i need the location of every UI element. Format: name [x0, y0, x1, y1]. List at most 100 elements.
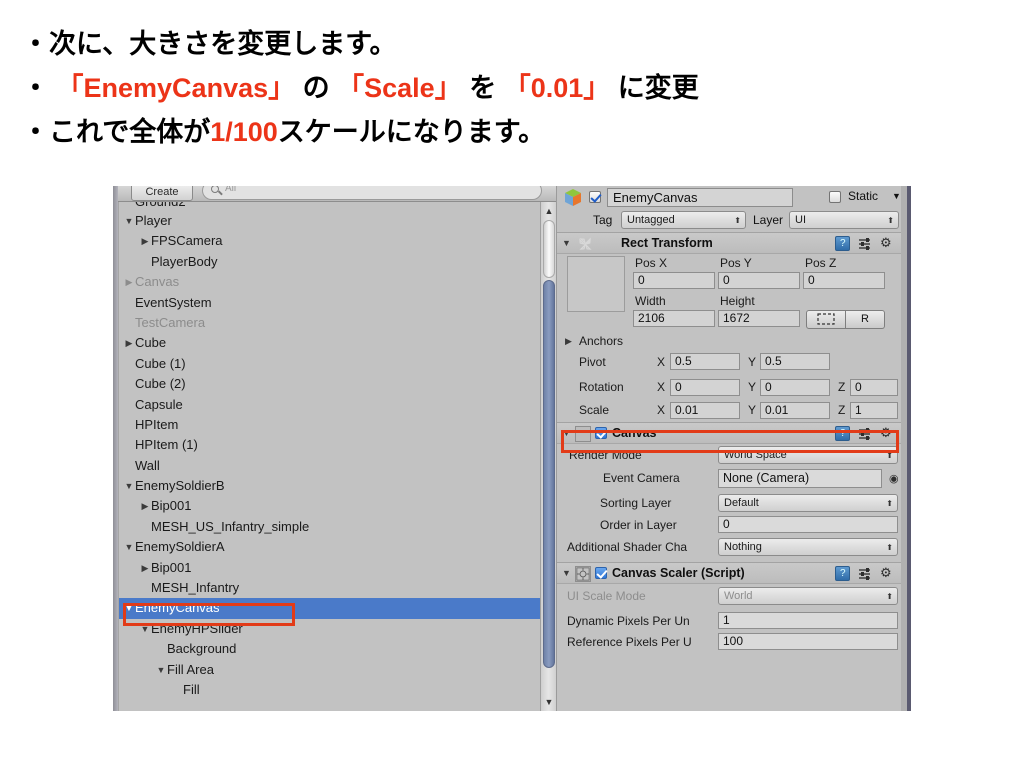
tree-expand-down-icon[interactable] [123, 537, 135, 557]
tree-expand-down-icon[interactable] [139, 619, 151, 639]
pos-z-field[interactable]: 0 [803, 272, 885, 289]
hierarchy-item-cube[interactable]: Cube [119, 333, 556, 353]
help-book-icon[interactable]: ? [835, 566, 851, 581]
rotation-y-field[interactable]: 0 [760, 379, 830, 396]
slide-bullet-line-1: ・次に、大きさを変更します。 [22, 22, 1002, 66]
collapse-triangle-icon[interactable]: ▼ [562, 428, 571, 438]
hierarchy-item-enemysoldiera[interactable]: EnemySoldierA [119, 537, 556, 557]
gear-icon[interactable]: ⚙ [880, 566, 895, 581]
render-mode-dropdown[interactable]: World Space [718, 446, 898, 464]
chevron-updown-icon [886, 495, 893, 512]
hierarchy-item-hpitem-1[interactable]: HPItem (1) [119, 435, 556, 455]
help-book-icon[interactable]: ? [835, 426, 851, 441]
tree-expand-down-icon[interactable] [123, 598, 135, 618]
tree-expand-down-icon[interactable] [123, 211, 135, 231]
hierarchy-tree[interactable]: Ground2 Player FPSCamera PlayerBody Canvas Ev… [118, 202, 556, 711]
rect-transform-header[interactable]: ▼ Rect Transform ? ⚙ [557, 232, 901, 254]
anchors-row[interactable]: ▶ Anchors [557, 332, 901, 352]
tree-expand-right-icon[interactable] [139, 231, 151, 251]
scroll-down-arrow-icon[interactable]: ▼ [544, 697, 554, 707]
anchors-expand-triangle-icon[interactable]: ▶ [565, 336, 572, 347]
blueprint-dashed-icon [817, 313, 835, 325]
hierarchy-item-testcamera[interactable]: TestCamera [119, 313, 556, 333]
gameobject-enabled-checkbox[interactable] [589, 191, 601, 203]
tree-expand-right-icon[interactable] [123, 333, 135, 353]
collapse-triangle-icon[interactable]: ▼ [562, 238, 571, 248]
preset-sliders-icon[interactable] [858, 426, 873, 441]
hierarchy-item-hpitem[interactable]: HPItem [119, 415, 556, 435]
gear-icon[interactable]: ⚙ [880, 426, 895, 441]
hierarchy-item-player[interactable]: Player [119, 211, 556, 231]
pos-x-label: Pos X [635, 256, 668, 270]
scale-z-field[interactable]: 1 [850, 402, 898, 419]
hierarchy-item-fill[interactable]: Fill [119, 680, 556, 700]
pos-y-field[interactable]: 0 [718, 272, 800, 289]
scroll-up-arrow-icon[interactable]: ▲ [544, 206, 554, 216]
hierarchy-item-mesh-us-infantry-simple[interactable]: MESH_US_Infantry_simple [119, 517, 556, 537]
hierarchy-item-mesh-infantry[interactable]: MESH_Infantry [119, 578, 556, 598]
hierarchy-search-input[interactable]: All [202, 186, 542, 200]
static-dropdown-chevron-icon[interactable]: ▼ [892, 191, 901, 201]
scrollbar-track[interactable] [543, 220, 555, 278]
hierarchy-scrollbar[interactable]: ▲ ▼ [540, 202, 556, 711]
sorting-layer-dropdown[interactable]: Default [718, 494, 898, 512]
layer-dropdown[interactable]: UI [789, 211, 899, 229]
gameobject-name-field[interactable]: EnemyCanvas [607, 188, 793, 207]
scrollbar-thumb[interactable] [543, 280, 555, 668]
scale-y-field[interactable]: 0.01 [760, 402, 830, 419]
hierarchy-item-background[interactable]: Background [119, 639, 556, 659]
hierarchy-item-fill-area[interactable]: Fill Area [119, 660, 556, 680]
hierarchy-item-cube-2[interactable]: Cube (2) [119, 374, 556, 394]
pivot-label: Pivot [579, 355, 606, 369]
static-checkbox[interactable] [829, 191, 841, 203]
tree-expand-right-icon[interactable] [139, 558, 151, 578]
collapse-triangle-icon[interactable]: ▼ [562, 568, 571, 578]
scale-x-axis-label: X [657, 403, 666, 417]
help-book-icon[interactable]: ? [835, 236, 851, 251]
hierarchy-item-eventsystem[interactable]: EventSystem [119, 293, 556, 313]
tree-expand-down-icon[interactable] [123, 476, 135, 496]
dynamic-ppu-field[interactable]: 1 [718, 612, 898, 629]
scale-x-field[interactable]: 0.01 [670, 402, 740, 419]
additional-shader-dropdown[interactable]: Nothing [718, 538, 898, 556]
hierarchy-item-enemycanvas[interactable]: EnemyCanvas [119, 598, 556, 619]
hierarchy-item-label: Capsule [135, 396, 183, 412]
tree-expand-right-icon[interactable] [139, 496, 151, 516]
hierarchy-item-fpscamera[interactable]: FPSCamera [119, 231, 556, 251]
pivot-y-field[interactable]: 0.5 [760, 353, 830, 370]
hierarchy-item-cube-1[interactable]: Cube (1) [119, 354, 556, 374]
raw-edit-button[interactable]: R [846, 310, 885, 329]
hierarchy-item-ground2[interactable]: Ground2 [119, 202, 556, 211]
hierarchy-item-capsule[interactable]: Capsule [119, 395, 556, 415]
hierarchy-item-playerbody[interactable]: PlayerBody [119, 252, 556, 272]
tag-dropdown[interactable]: Untagged [621, 211, 746, 229]
tree-expand-down-icon[interactable] [155, 660, 167, 680]
anchors-label: Anchors [579, 334, 624, 348]
hierarchy-item-wall[interactable]: Wall [119, 456, 556, 476]
pivot-x-field[interactable]: 0.5 [670, 353, 740, 370]
event-camera-field[interactable]: None (Camera) [718, 469, 882, 488]
hierarchy-item-enemysoldierb[interactable]: EnemySoldierB [119, 476, 556, 496]
blueprint-mode-button[interactable] [806, 310, 846, 329]
width-field[interactable]: 2106 [633, 310, 715, 327]
canvas-enabled-checkbox[interactable] [595, 427, 607, 439]
create-button[interactable]: Create [131, 186, 193, 201]
rotation-z-field[interactable]: 0 [850, 379, 898, 396]
rotation-x-field[interactable]: 0 [670, 379, 740, 396]
canvas-component-header[interactable]: ▼ Canvas ? ⚙ [557, 422, 901, 444]
reference-ppu-field[interactable]: 100 [718, 633, 898, 650]
hierarchy-item-enemyhpslider[interactable]: EnemyHPSlider [119, 619, 556, 639]
hierarchy-item-canvas[interactable]: Canvas [119, 272, 556, 292]
preset-sliders-icon[interactable] [858, 236, 873, 251]
height-field[interactable]: 1672 [718, 310, 800, 327]
preset-sliders-icon[interactable] [858, 566, 873, 581]
tree-expand-right-icon[interactable] [123, 272, 135, 292]
object-picker-icon[interactable]: ◉ [889, 472, 899, 485]
hierarchy-item-bip001[interactable]: Bip001 [119, 496, 556, 516]
pos-x-field[interactable]: 0 [633, 272, 715, 289]
canvas-scaler-header[interactable]: ▼ Canvas Scaler (Script) ? ⚙ [557, 562, 901, 584]
hierarchy-item-bip001[interactable]: Bip001 [119, 558, 556, 578]
canvas-scaler-enabled-checkbox[interactable] [595, 567, 607, 579]
order-in-layer-field[interactable]: 0 [718, 516, 898, 533]
gear-icon[interactable]: ⚙ [880, 236, 895, 251]
